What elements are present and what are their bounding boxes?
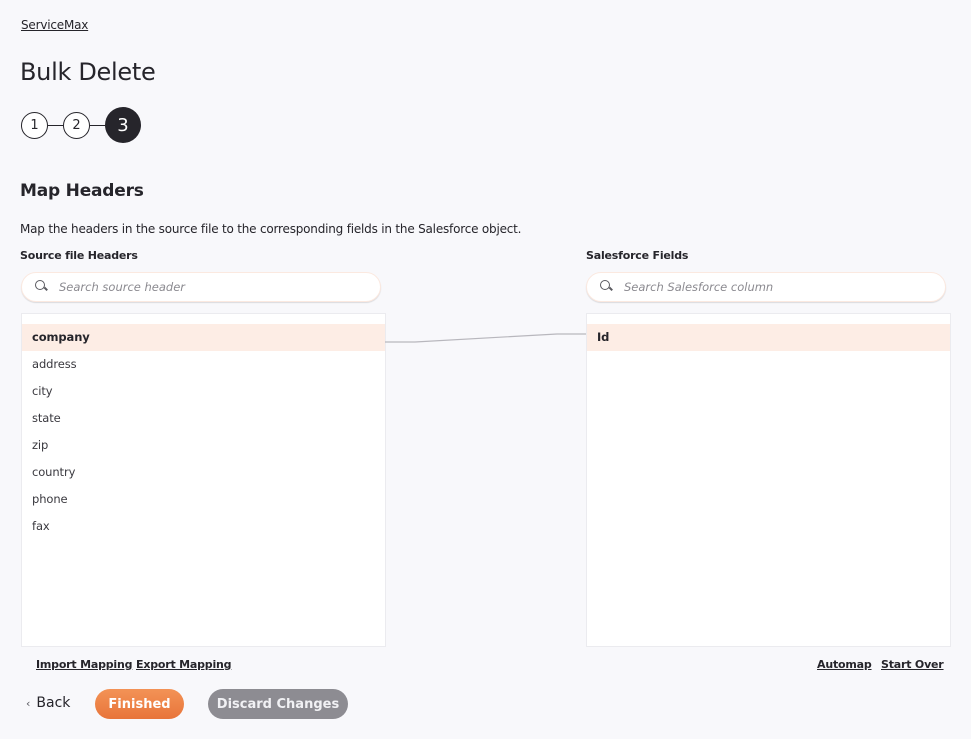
breadcrumb-servicemax[interactable]: ServiceMax bbox=[21, 18, 88, 32]
step-connector bbox=[48, 124, 63, 126]
start-over-link[interactable]: Start Over bbox=[881, 658, 944, 671]
stepper: 1 2 3 bbox=[21, 107, 141, 143]
search-icon bbox=[600, 280, 614, 294]
chevron-left-icon: ‹ bbox=[26, 696, 31, 710]
automap-link[interactable]: Automap bbox=[817, 658, 872, 671]
source-header-item-phone[interactable]: phone bbox=[22, 486, 385, 513]
page-title: Bulk Delete bbox=[20, 58, 156, 86]
mapping-connector bbox=[385, 333, 587, 343]
page: ServiceMax Bulk Delete 1 2 3 Map Headers… bbox=[0, 0, 971, 739]
import-mapping-link[interactable]: Import Mapping bbox=[36, 658, 132, 671]
source-header-item-city[interactable]: city bbox=[22, 378, 385, 405]
source-search-box bbox=[21, 272, 381, 302]
source-search-input[interactable] bbox=[59, 280, 349, 294]
source-headers-list: company address city state zip country phone fa… bbox=[21, 313, 386, 647]
salesforce-search-box bbox=[586, 272, 946, 302]
step-2[interactable]: 2 bbox=[63, 111, 90, 139]
source-header-item-state[interactable]: state bbox=[22, 405, 385, 432]
step-3-active: 3 bbox=[105, 107, 141, 143]
source-header-item-company[interactable]: company bbox=[22, 324, 385, 351]
section-title: Map Headers bbox=[20, 181, 144, 201]
mapping-line-company-id bbox=[385, 333, 587, 343]
salesforce-search-input[interactable] bbox=[624, 280, 914, 294]
source-header-item-fax[interactable]: fax bbox=[22, 513, 385, 540]
back-label: Back bbox=[36, 695, 71, 711]
section-description: Map the headers in the source file to th… bbox=[20, 222, 522, 236]
export-mapping-link[interactable]: Export Mapping bbox=[136, 658, 232, 671]
salesforce-fields-list: Id bbox=[586, 313, 951, 647]
step-connector bbox=[90, 124, 105, 126]
finished-button[interactable]: Finished bbox=[95, 689, 184, 719]
salesforce-field-item-id[interactable]: Id bbox=[587, 324, 950, 351]
source-header-item-zip[interactable]: zip bbox=[22, 432, 385, 459]
discard-changes-button[interactable]: Discard Changes bbox=[208, 689, 348, 719]
back-button[interactable]: ‹ Back bbox=[26, 695, 70, 711]
source-header-item-country[interactable]: country bbox=[22, 459, 385, 486]
step-1[interactable]: 1 bbox=[21, 111, 48, 139]
source-headers-label: Source file Headers bbox=[20, 249, 138, 262]
search-icon bbox=[35, 280, 49, 294]
source-header-item-address[interactable]: address bbox=[22, 351, 385, 378]
salesforce-fields-label: Salesforce Fields bbox=[586, 249, 689, 262]
